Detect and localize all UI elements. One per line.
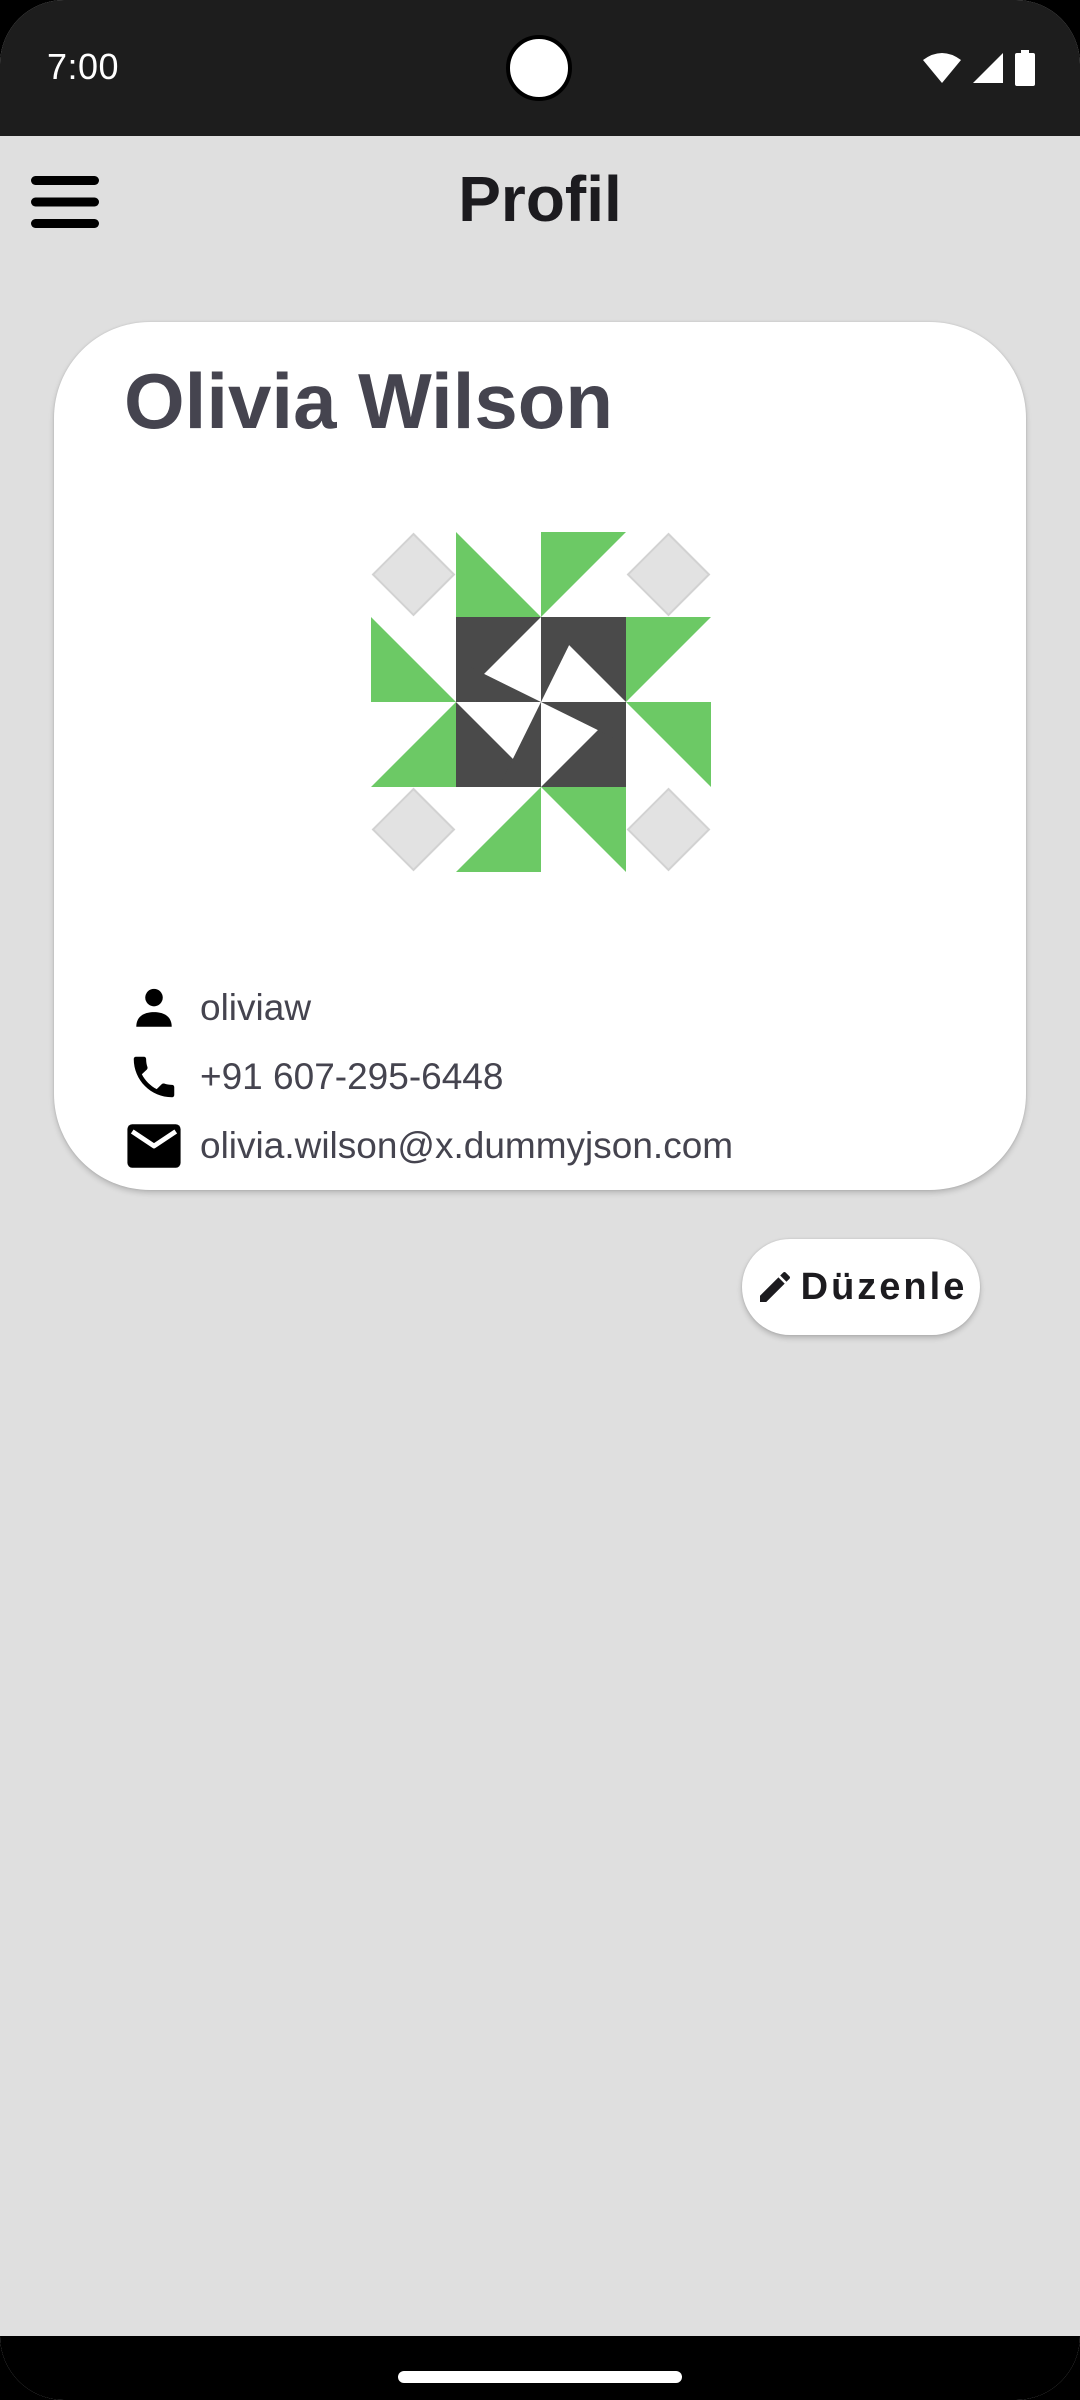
profile-name: Olivia Wilson xyxy=(124,357,614,445)
edit-button-label: Düzenle xyxy=(800,1265,968,1308)
phone-icon xyxy=(124,1047,184,1107)
wifi-icon xyxy=(923,53,961,83)
battery-icon xyxy=(1015,50,1035,86)
person-icon xyxy=(124,978,184,1038)
page-title: Profil xyxy=(458,163,622,235)
pencil-icon xyxy=(759,1272,790,1302)
email-row: olivia.wilson@x.dummyjson.com xyxy=(124,1116,733,1176)
username-row: oliviaw xyxy=(124,978,311,1038)
phone-text: +91 607-295-6448 xyxy=(200,1056,504,1097)
edit-button[interactable]: Düzenle xyxy=(742,1239,980,1335)
identicon-avatar xyxy=(371,532,711,872)
mail-icon xyxy=(124,1116,184,1176)
status-bar: 7:00 xyxy=(0,0,1080,136)
phone-row: +91 607-295-6448 xyxy=(124,1047,503,1107)
username-text: oliviaw xyxy=(200,987,312,1028)
app-bar: Profil xyxy=(0,136,1080,266)
cellular-signal-icon xyxy=(973,53,1003,83)
status-time: 7:00 xyxy=(47,46,120,87)
profile-card: Olivia Wilson oliviaw +91 607-295-6448 o… xyxy=(54,322,1026,1190)
phone-screen: 7:00 Profil Olivia Wilson oliviaw +91 60… xyxy=(0,0,1080,2400)
navigation-bar xyxy=(0,2336,1080,2400)
camera-cutout xyxy=(506,35,572,101)
status-icons xyxy=(922,48,1036,88)
home-indicator[interactable] xyxy=(398,2371,682,2383)
email-text: olivia.wilson@x.dummyjson.com xyxy=(200,1125,734,1166)
